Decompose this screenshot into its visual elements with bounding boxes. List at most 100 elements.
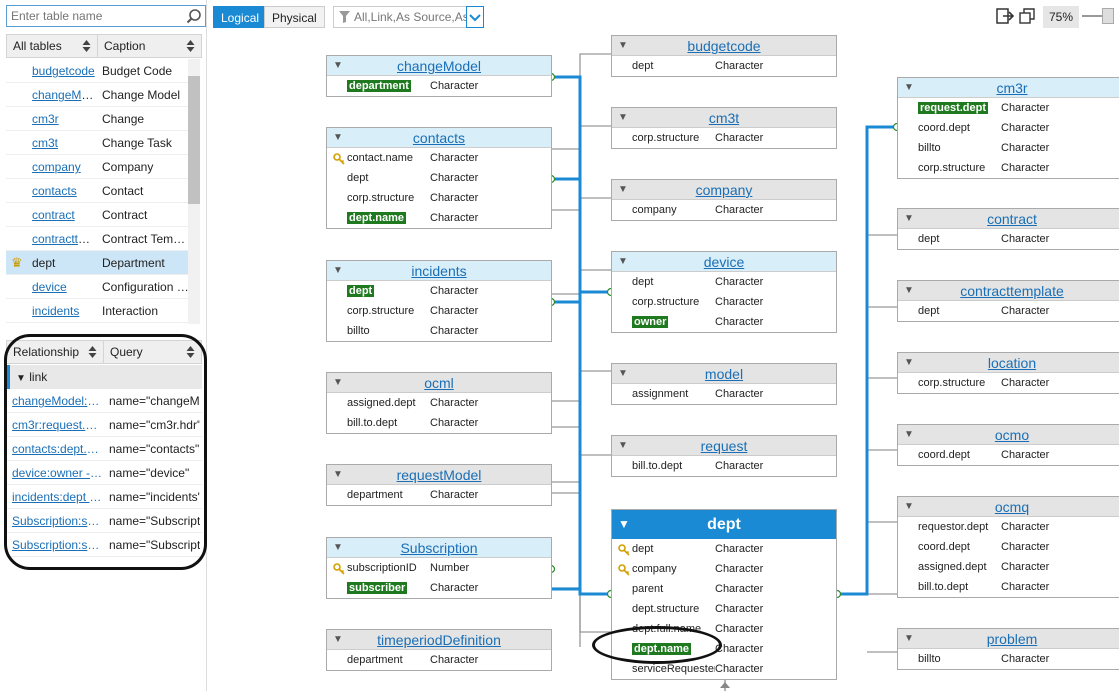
window-icon[interactable] — [1019, 8, 1035, 24]
entity-title[interactable]: contracttemplate — [960, 283, 1064, 299]
entity-header[interactable]: ▼ ocml — [327, 373, 551, 393]
relationship-name[interactable]: Subscription:subscriber — [6, 533, 103, 556]
table-row[interactable]: contracttemplate Contract Template — [6, 227, 191, 251]
zoom-slider-handle[interactable] — [1102, 8, 1114, 24]
entity-budgetcode[interactable]: ▼ budgetcode dept Character — [611, 35, 837, 77]
entity-cm3r[interactable]: ▼ cm3r request.dept Character coord.dept Char… — [897, 77, 1119, 179]
logical-tab[interactable]: Logical — [213, 6, 268, 28]
search-icon[interactable] — [186, 8, 202, 24]
entity-title[interactable]: model — [705, 366, 743, 382]
entity-ocmq[interactable]: ▼ ocmq requestor.dept Character coord.dept Ch… — [897, 496, 1119, 598]
entity-header[interactable]: ▼ cm3t — [612, 108, 836, 128]
entity-cm3t[interactable]: ▼ cm3t corp.structure Character — [611, 107, 837, 149]
collapse-icon[interactable]: ▼ — [333, 261, 343, 281]
entity-header[interactable]: ▼ model — [612, 364, 836, 384]
relationship-row[interactable]: cm3r:request.dept name="cm3r.hdr" — [6, 413, 202, 437]
collapse-icon[interactable]: ▼ — [333, 538, 343, 558]
entity-title[interactable]: ocmq — [995, 499, 1029, 515]
collapse-icon[interactable]: ▼ — [333, 465, 343, 485]
collapse-icon[interactable]: ▼ — [904, 425, 914, 445]
table-row[interactable]: company Company — [6, 155, 191, 179]
export-icon[interactable] — [996, 8, 1014, 24]
entity-device[interactable]: ▼ device dept Character corp.structure Charac… — [611, 251, 837, 333]
collapse-icon[interactable]: ▼ — [333, 373, 343, 393]
table-name[interactable]: cm3t — [6, 131, 96, 154]
relationship-row[interactable]: device:owner - dept name="device" — [6, 461, 202, 485]
entity-header[interactable]: ▼ timeperiodDefinition — [327, 630, 551, 650]
entity-header[interactable]: ▼ company — [612, 180, 836, 200]
relationship-name[interactable]: incidents:dept - dept — [6, 485, 103, 508]
collapse-icon[interactable]: ▼ — [618, 364, 628, 384]
entity-timeperioddefinition[interactable]: ▼ timeperiodDefinition department Character — [326, 629, 552, 671]
search-input[interactable] — [7, 6, 177, 26]
relationship-row[interactable]: contacts:dept.name name="contacts" — [6, 437, 202, 461]
table-row[interactable]: cm3r Change — [6, 107, 191, 131]
collapse-icon[interactable]: ▼ — [618, 510, 630, 539]
entity-header[interactable]: ▼ dept — [612, 510, 836, 539]
relationship-row[interactable]: changeModel:department name="changeModel" — [6, 389, 202, 413]
relationship-row[interactable]: Subscription:subscriber name="Subscriptio… — [6, 509, 202, 533]
entity-title[interactable]: device — [704, 254, 744, 270]
entity-title[interactable]: cm3t — [709, 110, 739, 126]
collapse-icon[interactable]: ▼ — [904, 629, 914, 649]
entity-contract[interactable]: ▼ contract dept Character — [897, 208, 1119, 250]
table-row[interactable]: contacts Contact — [6, 179, 191, 203]
collapse-icon[interactable]: ▼ — [904, 78, 914, 98]
entity-header[interactable]: ▼ Subscription — [327, 538, 551, 558]
entity-subscription[interactable]: ▼ Subscription subscriptionID Number subscri… — [326, 537, 552, 599]
entity-title[interactable]: requestModel — [397, 467, 482, 483]
entity-title[interactable]: dept — [707, 516, 741, 533]
entity-header[interactable]: ▼ budgetcode — [612, 36, 836, 56]
filter-select[interactable]: All,Link,As Source,As Target — [333, 6, 483, 28]
collapse-icon[interactable]: ▼ — [618, 180, 628, 200]
entity-header[interactable]: ▼ ocmq — [898, 497, 1119, 517]
entity-title[interactable]: timeperiodDefinition — [377, 632, 501, 648]
entity-title[interactable]: ocmo — [995, 427, 1029, 443]
relationship-name[interactable]: device:owner - dept — [6, 461, 103, 484]
collapse-icon[interactable]: ▼ — [16, 373, 26, 384]
entity-title[interactable]: contacts — [413, 130, 465, 146]
collapse-icon[interactable]: ▼ — [333, 128, 343, 148]
entity-header[interactable]: ▼ location — [898, 353, 1119, 373]
relationship-row[interactable]: Subscription:subscriber name="Subscriptio… — [6, 533, 202, 557]
sort-icon[interactable] — [82, 39, 91, 53]
sort-icon[interactable] — [186, 39, 195, 53]
scrollbar-thumb[interactable] — [188, 76, 200, 204]
collapse-icon[interactable]: ▼ — [904, 281, 914, 301]
table-name[interactable]: contract — [6, 203, 96, 226]
table-name[interactable]: contacts — [6, 179, 96, 202]
relationship-name[interactable]: changeModel:department — [6, 389, 103, 412]
table-name[interactable]: budgetcode — [6, 59, 96, 82]
entity-ocml[interactable]: ▼ ocml assigned.dept Character bill.to.dept C… — [326, 372, 552, 434]
entity-header[interactable]: ▼ requestModel — [327, 465, 551, 485]
entity-title[interactable]: location — [988, 355, 1036, 371]
entity-ocmo[interactable]: ▼ ocmo coord.dept Character — [897, 424, 1119, 466]
diagram-canvas[interactable]: ▼ changeModel department Character ▼ contacts… — [207, 32, 1119, 691]
table-name[interactable]: incidents — [6, 299, 96, 322]
tables-scrollbar[interactable] — [188, 59, 200, 324]
entity-header[interactable]: ▼ contract — [898, 209, 1119, 229]
entity-header[interactable]: ▼ contacts — [327, 128, 551, 148]
relationship-group[interactable]: ▼ link — [6, 365, 202, 389]
entity-title[interactable]: problem — [987, 631, 1038, 647]
entity-title[interactable]: request — [701, 438, 748, 454]
relationship-name[interactable]: Subscription:subscriber — [6, 509, 103, 532]
collapse-icon[interactable]: ▼ — [333, 630, 343, 650]
col-relationship[interactable]: Relationship — [7, 341, 104, 363]
col-caption[interactable]: Caption — [98, 35, 201, 57]
entity-title[interactable]: changeModel — [397, 58, 481, 74]
entity-location[interactable]: ▼ location corp.structure Character — [897, 352, 1119, 394]
table-name[interactable]: changeModel — [6, 83, 96, 106]
collapse-icon[interactable]: ▼ — [333, 56, 343, 76]
table-row[interactable]: ♛ dept Department — [6, 251, 191, 275]
entity-title[interactable]: cm3r — [996, 80, 1027, 96]
entity-dept[interactable]: ▼ dept dept Character company Character parent… — [611, 509, 837, 680]
collapse-icon[interactable]: ▼ — [618, 36, 628, 56]
table-row[interactable]: device Configuration Item — [6, 275, 191, 299]
entity-contacts[interactable]: ▼ contacts contact.name Character dept Charac… — [326, 127, 552, 229]
filter-dropdown-button[interactable] — [466, 6, 484, 28]
table-name[interactable]: ♛ dept — [6, 251, 96, 274]
table-name[interactable]: company — [6, 155, 96, 178]
entity-company[interactable]: ▼ company company Character — [611, 179, 837, 221]
entity-requestmodel[interactable]: ▼ requestModel department Character — [326, 464, 552, 506]
